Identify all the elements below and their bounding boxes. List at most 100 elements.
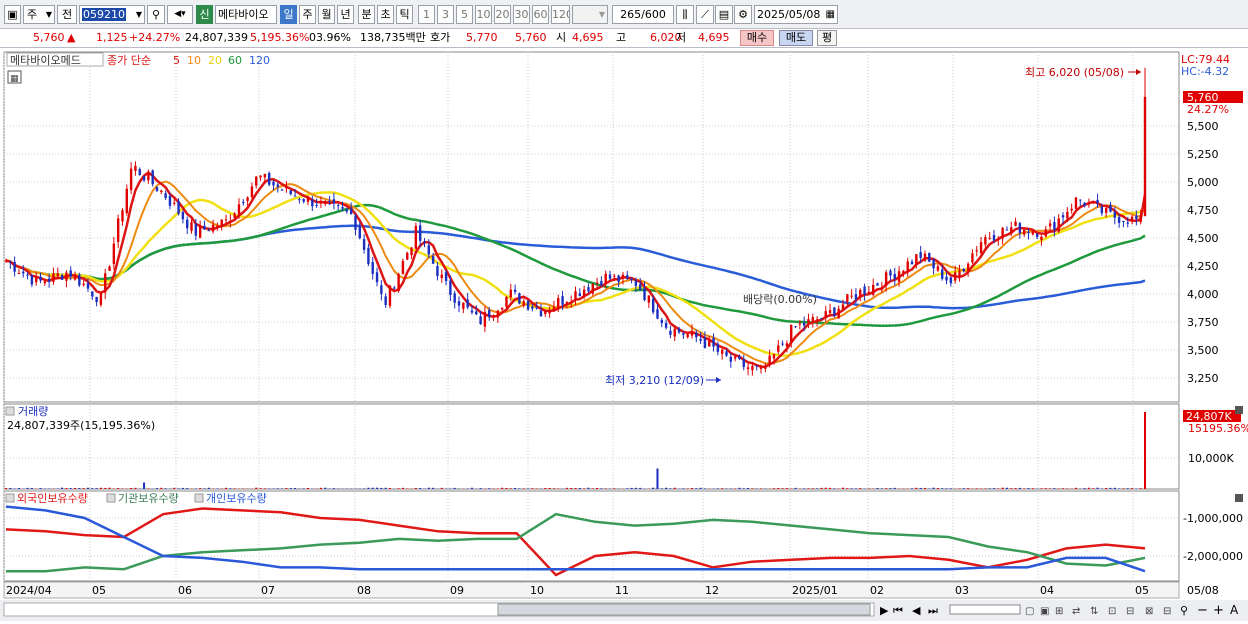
candle-body	[26, 275, 28, 276]
interval-button-120[interactable]: 120	[551, 5, 570, 24]
x-axis-label: 09	[450, 584, 464, 597]
volume-bar	[501, 488, 503, 489]
volume-bar	[1023, 488, 1025, 489]
line-type-icon[interactable]: ⟋	[696, 5, 714, 24]
scroll-first-icon[interactable]: ⏮	[893, 604, 903, 617]
tool-icon-1[interactable]: ▢	[1025, 606, 1034, 617]
tool-icon-7[interactable]: ⊟	[1126, 606, 1134, 617]
zoom-in-icon[interactable]: +	[1213, 603, 1224, 618]
date-picker[interactable]: 2025/05/08▦	[754, 5, 838, 24]
volume-panel-icon[interactable]	[6, 407, 14, 415]
period-button-minute[interactable]: 분	[358, 5, 375, 24]
volume-bar	[432, 488, 434, 489]
tool-icon-5[interactable]: ⇅	[1090, 606, 1098, 617]
interval-dropdown[interactable]: ▼	[572, 5, 608, 24]
tool-icon-9[interactable]: ⊟	[1163, 606, 1171, 617]
zoom-search-icon[interactable]: ⚲	[1180, 604, 1188, 617]
candle-body	[1114, 212, 1116, 218]
candle-body	[294, 196, 296, 197]
volume-bar	[583, 488, 585, 489]
candle-body	[790, 325, 792, 342]
price-tick-label: 5,000	[1187, 176, 1219, 189]
volume-bar	[380, 488, 382, 489]
tool-icon-4[interactable]: ⇄	[1072, 606, 1080, 617]
candle-body	[950, 277, 952, 283]
volume-bar	[963, 488, 965, 489]
volume-bar	[57, 488, 59, 489]
candle-body	[212, 225, 214, 232]
eval-button[interactable]: 평	[817, 30, 837, 46]
candle-body	[324, 201, 326, 204]
count-field[interactable]: 265/600	[612, 5, 674, 24]
volume-close-icon[interactable]	[1235, 406, 1243, 414]
market-type-select[interactable]: 주▼	[23, 5, 55, 24]
candle-body	[717, 344, 719, 352]
holdings-panel-icon[interactable]	[6, 494, 14, 502]
candle-body	[1036, 234, 1038, 237]
interval-button-3[interactable]: 3	[437, 5, 454, 24]
window-menu-icon[interactable]: ▣	[4, 5, 21, 24]
period-button-year[interactable]: 년	[337, 5, 354, 24]
interval-button-1[interactable]: 1	[418, 5, 435, 24]
zoom-slider[interactable]	[950, 605, 1020, 614]
period-button-day[interactable]: 일	[280, 5, 297, 24]
scroll-last-icon[interactable]: ⏭	[928, 604, 938, 617]
candle-body	[984, 237, 986, 245]
tool-icon-8[interactable]: ⊠	[1145, 606, 1153, 617]
candle-body	[298, 199, 300, 200]
candle-body	[535, 308, 537, 309]
volume-bar	[566, 488, 568, 489]
interval-button-20[interactable]: 20	[494, 5, 511, 24]
tool-icon-6[interactable]: ⊡	[1108, 606, 1116, 617]
volume-bar	[493, 488, 495, 489]
volume-bar	[74, 488, 76, 489]
scroll-right-icon[interactable]: ▶	[880, 604, 889, 617]
tool-icon-2[interactable]: ▣	[1040, 606, 1049, 617]
volume-bar	[743, 488, 745, 489]
volume-bar	[156, 488, 158, 489]
interval-button-10[interactable]: 10	[475, 5, 492, 24]
x-axis-label: 02	[870, 584, 884, 597]
volume-bar	[665, 488, 667, 489]
font-size-icon[interactable]: A	[1230, 603, 1239, 617]
buy-button[interactable]: 매수	[740, 30, 774, 46]
volume-bar	[203, 488, 205, 489]
volume-bar	[626, 488, 628, 489]
market-select[interactable]: 전	[57, 5, 77, 24]
volume-bar	[1075, 488, 1077, 489]
x-axis-label: 10	[530, 584, 544, 597]
scroll-prev-icon[interactable]: ◀	[912, 604, 921, 617]
volume-bar	[635, 488, 637, 489]
volume-bar	[937, 488, 939, 489]
candle-body	[307, 196, 309, 201]
tool-icon-3[interactable]: ⊞	[1055, 606, 1063, 617]
gear-icon[interactable]: ⚙	[734, 5, 752, 24]
volume-bar	[989, 488, 991, 489]
candle-body	[160, 191, 162, 193]
interval-button-60[interactable]: 60	[532, 5, 549, 24]
period-button-tick[interactable]: 틱	[396, 5, 413, 24]
period-button-week[interactable]: 주	[299, 5, 316, 24]
period-button-month[interactable]: 월	[318, 5, 335, 24]
scroll-thumb[interactable]	[498, 604, 870, 615]
candle-body	[134, 166, 136, 171]
volume-bar	[1032, 488, 1034, 489]
candle-body	[881, 287, 883, 288]
search-icon[interactable]: ⚲	[147, 5, 165, 24]
candle-body	[367, 248, 369, 264]
sell-button[interactable]: 매도	[779, 30, 813, 46]
speaker-icon[interactable]: ◀▾	[167, 5, 193, 24]
candle-type-icon[interactable]: ⫼	[676, 5, 694, 24]
candle-body	[1075, 197, 1077, 208]
interval-button-5[interactable]: 5	[456, 5, 473, 24]
holdings-close-icon[interactable]	[1235, 494, 1243, 502]
zoom-out-icon[interactable]: −	[1197, 603, 1208, 618]
volume-bar	[1028, 488, 1030, 489]
candle-body	[734, 356, 736, 358]
stock-code-input[interactable]: 059210▼	[79, 5, 145, 24]
volume-bar	[812, 488, 814, 489]
interval-button-30[interactable]: 30	[513, 5, 530, 24]
period-button-second[interactable]: 초	[377, 5, 394, 24]
save-icon[interactable]: ▤	[715, 5, 733, 24]
stock-chart[interactable]: 메타바이오메드 종가 단순 5 10 20 60 120 ▦ LC:79.44 …	[0, 49, 1248, 621]
